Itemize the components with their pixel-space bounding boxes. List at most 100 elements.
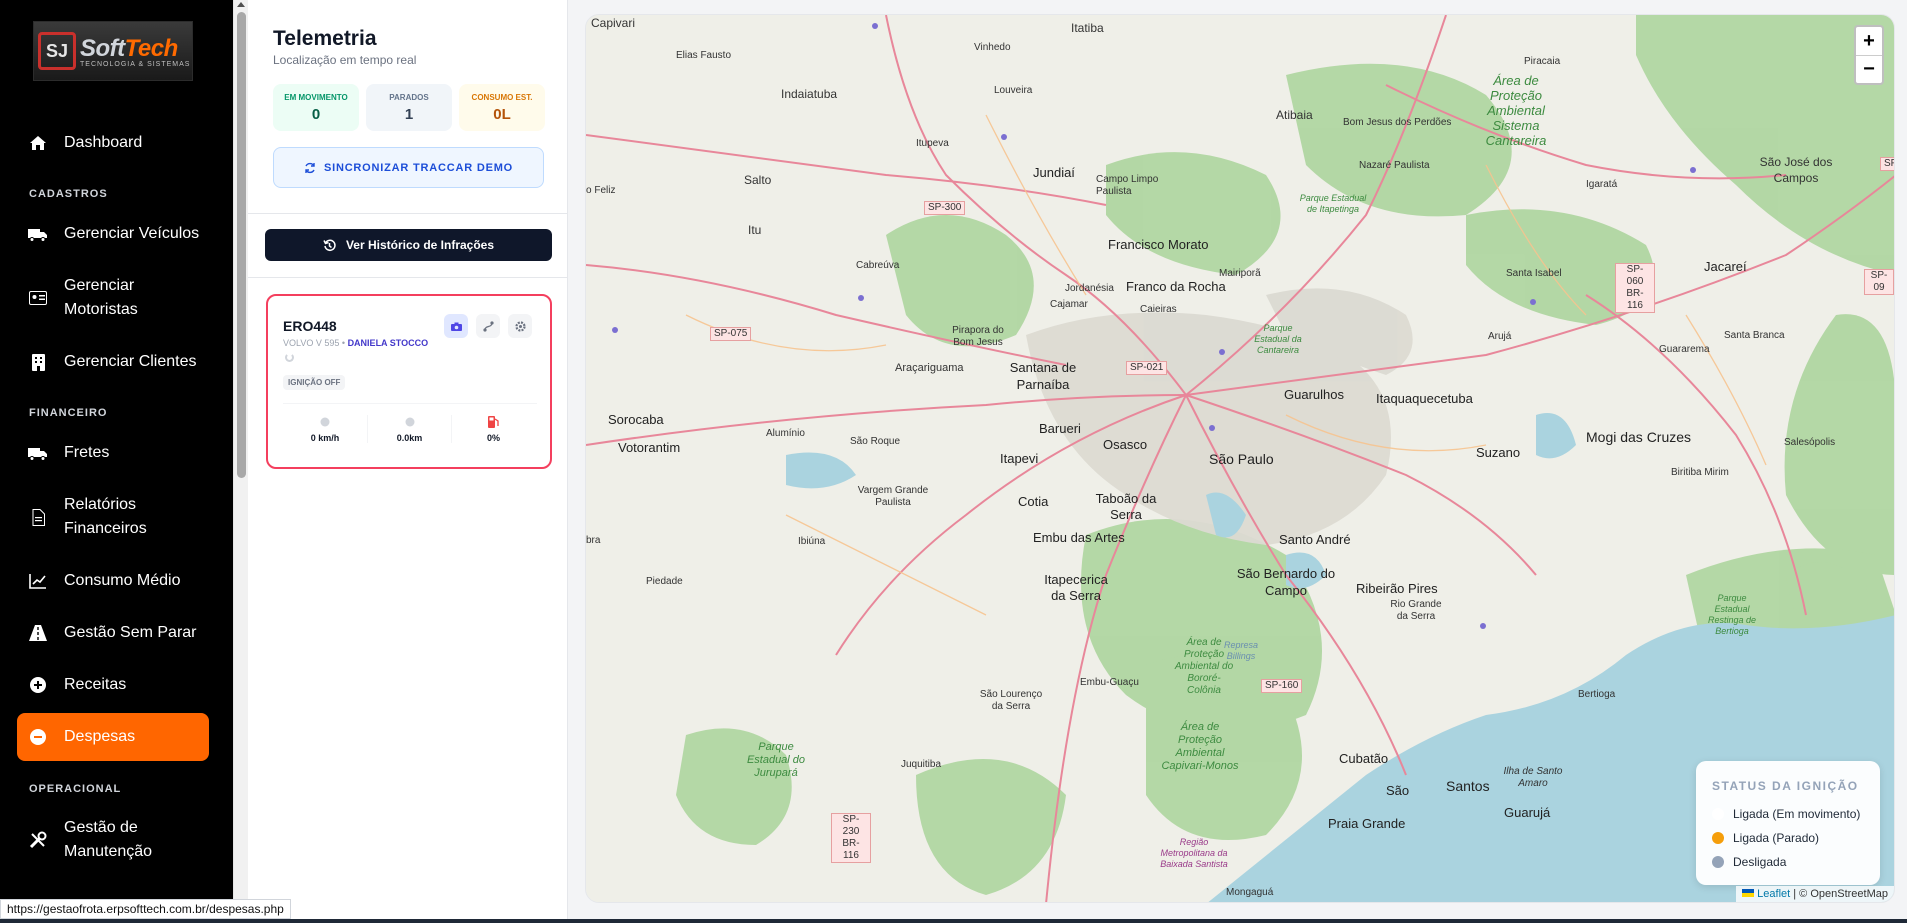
nav-despesas[interactable]: Despesas xyxy=(17,713,209,761)
map-label: Igaratá xyxy=(1586,179,1618,190)
road-shield: SP xyxy=(1880,157,1894,171)
map-label: Área de Proteção Ambiental Capivari-Mono… xyxy=(1161,721,1239,772)
vehicle-driver: DANIELA STOCCO xyxy=(347,338,429,348)
nav-relatorios[interactable]: Relatórios Financeiros xyxy=(17,493,209,541)
map-label: Vinhedo xyxy=(974,42,1011,53)
brand-name-b: Tech xyxy=(124,34,179,62)
map-label: Santos xyxy=(1446,778,1490,794)
legend-dot-gray-icon xyxy=(1712,856,1724,868)
map-label: Pirapora do Bom Jesus xyxy=(952,325,1004,348)
map-label: Guarulhos xyxy=(1284,387,1344,402)
route-button[interactable] xyxy=(476,314,500,338)
map-label: Vargem Grande Paulista xyxy=(857,485,929,508)
map-label: Nazaré Paulista xyxy=(1359,160,1430,171)
road-shield: SP-060 BR-116 xyxy=(1615,263,1655,313)
divider xyxy=(248,277,568,278)
sidebar-scrollbar[interactable] xyxy=(233,0,248,923)
brand-tagline: TECNOLOGIA & SISTEMAS xyxy=(80,60,191,68)
map-label: Santo André xyxy=(1279,532,1351,547)
map-label: Salto xyxy=(744,173,772,187)
brand-name-a: Soft xyxy=(80,34,125,62)
camera-button[interactable] xyxy=(444,314,468,338)
zoom-in-button[interactable]: + xyxy=(1856,27,1882,55)
settings-button[interactable] xyxy=(508,314,532,338)
map-label: Santana de Parnaíba xyxy=(1009,360,1077,392)
section-cadastros: CADASTROS xyxy=(29,188,108,200)
scroll-up-arrow-icon[interactable] xyxy=(237,2,245,7)
id-card-icon xyxy=(28,289,48,307)
building-icon xyxy=(28,353,48,371)
map-label: Parque Estadual de Itapetinga xyxy=(1299,193,1367,214)
legend-title: STATUS DA IGNIÇÃO xyxy=(1712,779,1859,793)
sync-icon xyxy=(305,162,315,173)
road-shield: SP-230 BR-116 xyxy=(831,813,871,863)
zoom-control: + − xyxy=(1854,25,1884,85)
nav-clientes[interactable]: Gerenciar Clientes xyxy=(17,350,209,374)
map-label: Jundiaí xyxy=(1033,165,1075,180)
map-label: Parque Estadual da Cantareira xyxy=(1254,323,1302,355)
nav-receitas[interactable]: Receitas xyxy=(17,673,209,697)
map-label: Cotia xyxy=(1018,494,1049,509)
nav-motoristas[interactable]: Gerenciar Motoristas xyxy=(17,274,209,322)
map-label: São Paulo xyxy=(1209,451,1274,467)
legend-dot-white-icon xyxy=(1712,808,1724,820)
road-shield: SP-160 xyxy=(1261,679,1303,693)
camera-icon xyxy=(450,322,462,331)
map-label: Cubatão xyxy=(1339,751,1389,766)
map-label: Parque Estadual Restinga de Bertioga xyxy=(1707,593,1757,636)
stat-consumo: CONSUMO EST. 0L xyxy=(459,84,545,131)
map-label: São Bernardo do Campo xyxy=(1236,566,1336,598)
map-label: Biritiba Mirim xyxy=(1671,467,1729,478)
card-divider xyxy=(283,403,537,404)
vehicle-card[interactable]: ERO448 VOLVO V 595 • DANIELA STOCCO IGNI… xyxy=(266,294,552,469)
map-label: bra xyxy=(586,535,601,546)
map-label: Itupeva xyxy=(916,138,949,149)
nav-sem-parar[interactable]: Gestão Sem Parar xyxy=(17,621,209,645)
legend-item-stopped: Ligada (Parado) xyxy=(1712,831,1819,845)
map-label: Jacareí xyxy=(1704,259,1747,274)
nav-consumo[interactable]: Consumo Médio xyxy=(17,569,209,593)
plus-circle-icon xyxy=(28,676,48,694)
map-label: Santa Branca xyxy=(1724,330,1785,341)
truck-icon xyxy=(28,225,48,243)
history-infractions-button[interactable]: Ver Histórico de Infrações xyxy=(265,229,552,261)
page-subtitle: Localização em tempo real xyxy=(273,53,417,67)
map-label: Indaiatuba xyxy=(781,87,838,101)
line-chart-icon xyxy=(28,572,48,590)
history-icon xyxy=(323,239,336,251)
map-label: Votorantim xyxy=(618,440,681,455)
leaflet-link[interactable]: Leaflet xyxy=(1757,888,1790,900)
map-container[interactable]: Capivari Itatiba Vinhedo Elias Fausto In… xyxy=(585,14,1895,903)
zoom-out-button[interactable]: − xyxy=(1856,55,1882,83)
section-operacional: OPERACIONAL xyxy=(29,783,122,795)
map-label: Mogi das Cruzes xyxy=(1586,429,1692,445)
map-label: Atibaia xyxy=(1276,108,1313,122)
map-label: Ilha de Santo Amaro xyxy=(1503,766,1563,789)
map-label: Campo Limpo Paulista xyxy=(1096,174,1159,197)
section-financeiro: FINANCEIRO xyxy=(29,407,108,419)
softtech-logo[interactable]: SJ SoftTech TECNOLOGIA & SISTEMAS xyxy=(33,21,193,81)
map-label: Itapecerica da Serra xyxy=(1044,572,1108,603)
ignition-badge: IGNIÇÃO OFF xyxy=(283,375,346,390)
ignition-legend: STATUS DA IGNIÇÃO Ligada (Em movimento) … xyxy=(1696,761,1880,885)
map-label: Embu das Artes xyxy=(1033,530,1125,545)
map-label: Salesópolis xyxy=(1784,437,1836,448)
map-label: Mairiporã xyxy=(1219,268,1261,279)
gear-icon xyxy=(514,320,526,332)
sync-traccar-button[interactable]: SINCRONIZAR TRACCAR DEMO xyxy=(273,147,544,188)
map-label: São Lourenço da Serra xyxy=(979,689,1043,712)
map-label: Louveira xyxy=(994,85,1033,96)
map-label: o Feliz xyxy=(586,185,616,196)
map-label: Piedade xyxy=(646,576,683,587)
map-label: Ribeirão Pires xyxy=(1356,581,1438,596)
sidebar: SJ SoftTech TECNOLOGIA & SISTEMAS Dashbo… xyxy=(0,0,233,923)
scrollbar-thumb[interactable] xyxy=(237,12,246,478)
nav-manutencao[interactable]: Gestão de Manutenção xyxy=(17,816,209,864)
metric-speed: 0 km/h xyxy=(283,415,367,443)
nav-veiculos[interactable]: Gerenciar Veículos xyxy=(17,222,209,246)
nav-dashboard[interactable]: Dashboard xyxy=(17,131,209,155)
map-label: Guararema xyxy=(1659,344,1710,355)
map-label: Osasco xyxy=(1103,437,1148,452)
nav-fretes[interactable]: Fretes xyxy=(17,441,209,465)
map-label: Piracaia xyxy=(1524,56,1561,67)
